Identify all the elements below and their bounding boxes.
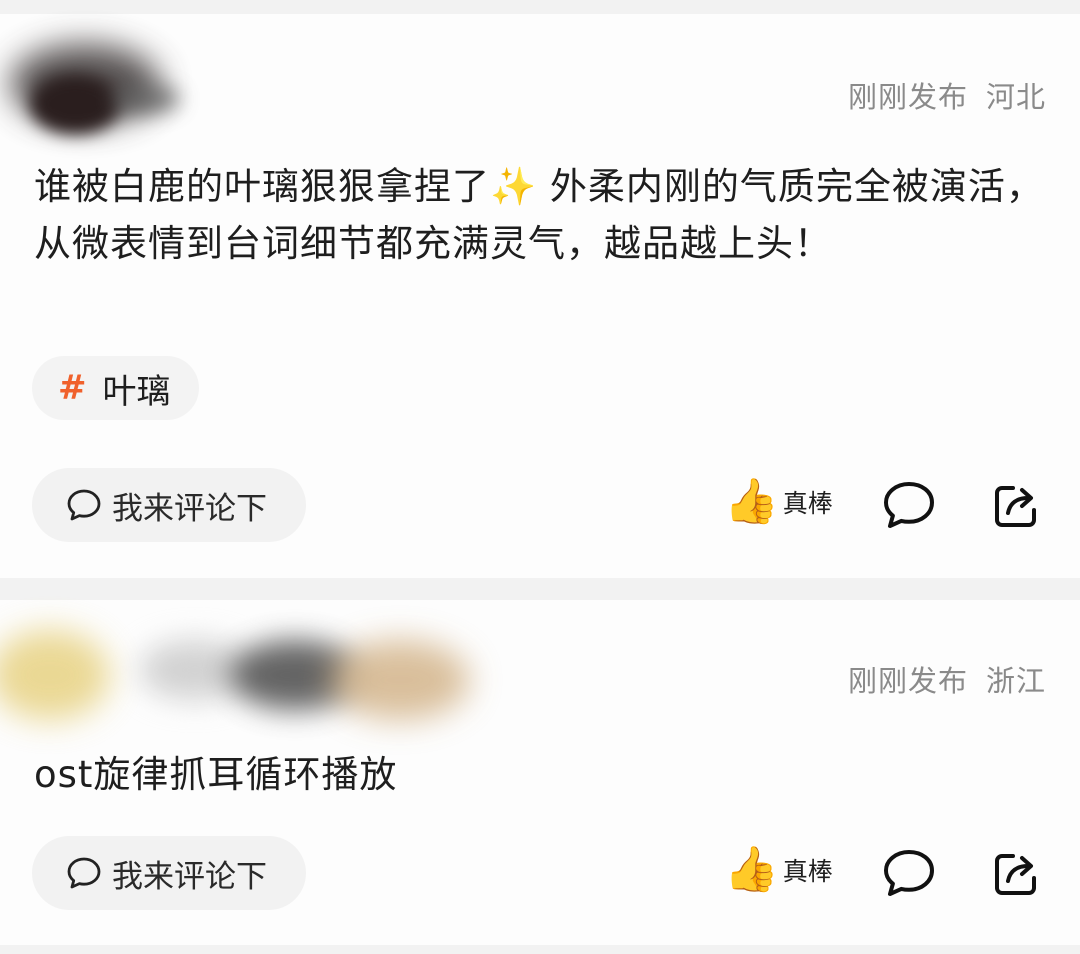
- speech-bubble-icon: [884, 850, 934, 896]
- hashtag-icon: #: [58, 368, 87, 408]
- thumbs-up-icon: 👍: [724, 844, 779, 895]
- comment-placeholder: 我来评论下: [112, 490, 267, 527]
- comment-button[interactable]: [882, 480, 936, 530]
- comment-bubble-icon: [66, 856, 102, 890]
- location: 浙江: [985, 664, 1046, 698]
- location: 河北: [985, 80, 1046, 114]
- comment-placeholder: 我来评论下: [112, 858, 267, 895]
- post-text: ost旋律抓耳循环播放: [34, 753, 398, 796]
- publish-time: 刚刚发布: [847, 80, 968, 114]
- topic-label: 叶璃: [102, 371, 171, 412]
- avatar[interactable]: [0, 600, 500, 750]
- speech-bubble-icon: [884, 482, 934, 528]
- post-card: 刚刚发布 浙江 ost旋律抓耳循环播放 我来评论下 👍 真棒: [0, 600, 1080, 945]
- thumbs-up-icon: 👍: [724, 476, 779, 527]
- publish-time: 刚刚发布: [847, 664, 968, 698]
- avatar[interactable]: [0, 14, 220, 164]
- post-card: 刚刚发布 河北 谁被白鹿的叶璃狠狠拿捏了✨ 外柔内刚的气质完全被演活，从微表情到台…: [0, 14, 1080, 578]
- like-label: 真棒: [782, 489, 833, 518]
- share-button[interactable]: [992, 482, 1040, 530]
- share-icon: [995, 854, 1036, 895]
- comment-button[interactable]: [882, 848, 936, 898]
- post-text: 谁被白鹿的叶璃狠狠拿捏了✨ 外柔内刚的气质完全被演活，从微表情到台词细节都充满灵…: [34, 165, 1044, 265]
- topic-tag[interactable]: # 叶璃: [32, 356, 199, 420]
- comment-bubble-icon: [66, 488, 102, 522]
- comment-input-button[interactable]: 我来评论下: [32, 468, 306, 542]
- like-button[interactable]: 👍 真棒: [724, 848, 833, 892]
- like-label: 真棒: [782, 857, 833, 886]
- share-button[interactable]: [992, 850, 1040, 898]
- comment-input-button[interactable]: 我来评论下: [32, 836, 306, 910]
- post-meta: 刚刚发布 河北: [848, 74, 1046, 116]
- like-button[interactable]: 👍 真棒: [724, 480, 833, 524]
- post-meta: 刚刚发布 浙江: [848, 658, 1046, 700]
- share-icon: [995, 486, 1036, 527]
